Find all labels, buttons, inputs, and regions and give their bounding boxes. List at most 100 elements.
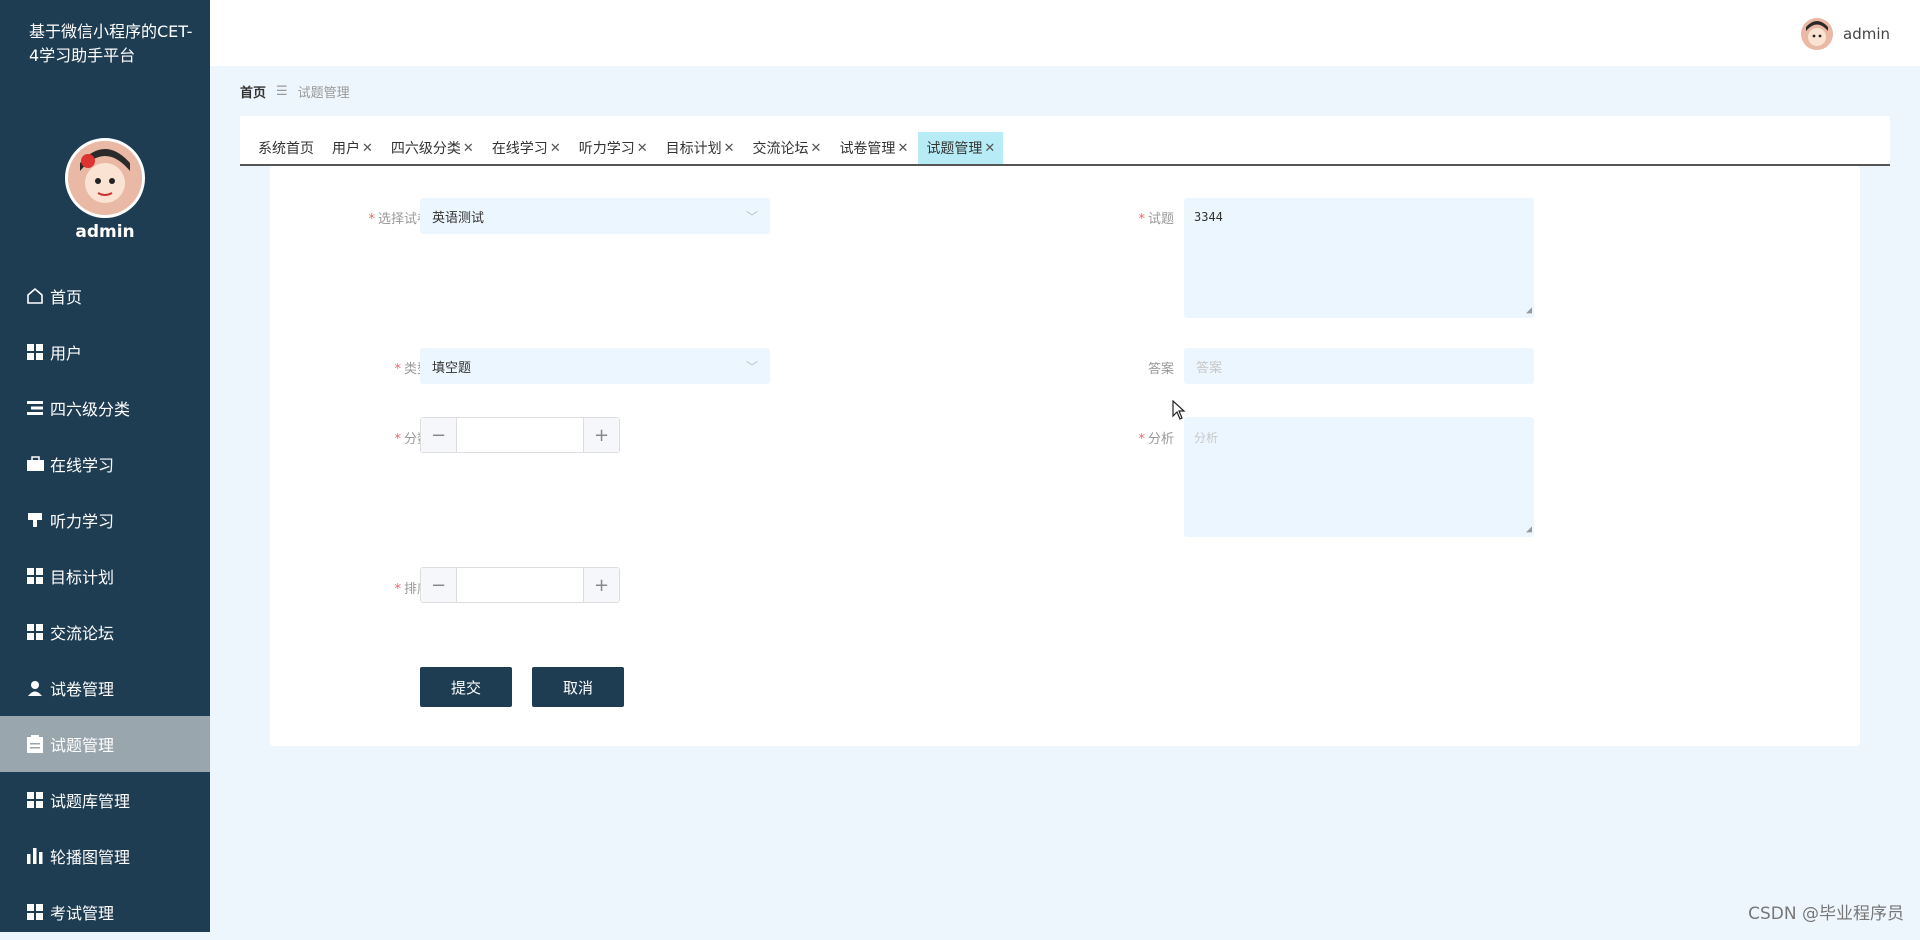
top-header: admin (210, 0, 1920, 66)
resize-handle-icon[interactable]: ◢ (1526, 525, 1532, 535)
sidebar-item-forum[interactable]: 交流论坛 (0, 604, 210, 660)
type-select[interactable]: 填空题 ﹀ (420, 348, 770, 384)
tab-label: 用户 (332, 138, 360, 158)
minus-icon[interactable]: − (421, 418, 457, 452)
sidebar-item-label: 试题管理 (50, 732, 114, 756)
answer-placeholder: 答案 (1196, 357, 1222, 376)
breadcrumb: 首页 ☰ 试题管理 (240, 82, 350, 101)
tab-label: 四六级分类 (391, 138, 461, 158)
tab-label: 听力学习 (579, 138, 635, 158)
sidebar-item-label: 用户 (50, 340, 82, 364)
sidebar-item-paper-management[interactable]: 试卷管理 (0, 660, 210, 716)
question-textarea-value: 3344 (1194, 210, 1223, 224)
close-icon[interactable]: ✕ (637, 141, 648, 156)
score-input[interactable] (457, 418, 583, 452)
briefcase-icon (25, 454, 45, 474)
user-menu[interactable]: admin (1801, 18, 1890, 50)
breadcrumb-separator-icon: ☰ (276, 84, 288, 99)
order-stepper[interactable]: − + (420, 567, 620, 603)
sidebar-item-label: 首页 (50, 284, 82, 308)
tab-label: 试题管理 (926, 138, 982, 158)
close-icon[interactable]: ✕ (811, 141, 822, 156)
grid-icon (25, 342, 45, 362)
bar-chart-icon (25, 846, 45, 866)
tab-users[interactable]: 用户✕ (324, 132, 381, 164)
sidebar-item-cet-category[interactable]: 四六级分类 (0, 380, 210, 436)
sidebar-item-online-learning[interactable]: 在线学习 (0, 436, 210, 492)
submit-button[interactable]: 提交 (420, 667, 512, 707)
tab-cet-category[interactable]: 四六级分类✕ (383, 132, 482, 164)
sidebar-item-question-bank[interactable]: 试题库管理 (0, 772, 210, 828)
plus-icon[interactable]: + (583, 418, 619, 452)
avatar[interactable] (65, 138, 145, 218)
tab-system-home[interactable]: 系统首页 (250, 132, 322, 164)
top-username: admin (1843, 25, 1890, 43)
chevron-down-icon: ﹀ (746, 208, 758, 225)
headphone-icon (25, 510, 45, 530)
sidebar-item-label: 考试管理 (50, 900, 114, 924)
tab-forum[interactable]: 交流论坛✕ (745, 132, 830, 164)
sidebar-item-question-management[interactable]: 试题管理 (0, 716, 210, 772)
paper-select-value: 英语测试 (432, 207, 484, 226)
mouse-cursor-icon (1172, 400, 1186, 424)
breadcrumb-current: 试题管理 (298, 82, 350, 101)
list-icon (25, 398, 45, 418)
label-text: 答案 (1148, 362, 1174, 377)
sidebar-item-home[interactable]: 首页 (0, 268, 210, 324)
analysis-textarea[interactable]: 分析 ◢ (1184, 417, 1534, 537)
tab-goal-plan[interactable]: 目标计划✕ (658, 132, 743, 164)
question-label: *试题 (1064, 208, 1174, 227)
score-stepper[interactable]: − + (420, 417, 620, 453)
sidebar-item-label: 轮播图管理 (50, 844, 130, 868)
close-icon[interactable]: ✕ (724, 141, 735, 156)
score-label: *分数 (320, 428, 430, 447)
tabs-bar: 系统首页 用户✕ 四六级分类✕ 在线学习✕ 听力学习✕ 目标计划✕ 交流论坛✕ … (240, 116, 1890, 166)
paper-select[interactable]: 英语测试 ﹀ (420, 198, 770, 234)
question-form: *选择试卷 英语测试 ﹀ *试题 3344 ◢ *类型 填空题 ﹀ 答案 答案 … (270, 166, 1860, 746)
grid-icon (25, 622, 45, 642)
plus-icon[interactable]: + (583, 568, 619, 602)
home-icon (25, 286, 45, 306)
required-mark: * (1138, 212, 1145, 227)
order-input[interactable] (457, 568, 583, 602)
sidebar-item-label: 听力学习 (50, 508, 114, 532)
analysis-label: *分析 (1064, 428, 1174, 447)
sidebar-item-carousel[interactable]: 轮播图管理 (0, 828, 210, 884)
tab-label: 系统首页 (258, 138, 314, 158)
question-textarea[interactable]: 3344 ◢ (1184, 198, 1534, 318)
minus-icon[interactable]: − (421, 568, 457, 602)
close-icon[interactable]: ✕ (897, 141, 908, 156)
tab-label: 交流论坛 (753, 138, 809, 158)
tab-listening[interactable]: 听力学习✕ (571, 132, 656, 164)
sidebar-item-label: 试题库管理 (50, 788, 130, 812)
tab-paper-management[interactable]: 试卷管理✕ (831, 132, 916, 164)
required-mark: * (394, 432, 401, 447)
resize-handle-icon[interactable]: ◢ (1526, 306, 1532, 316)
sidebar-item-users[interactable]: 用户 (0, 324, 210, 380)
label-text: 试题 (1148, 212, 1174, 227)
tab-online-learning[interactable]: 在线学习✕ (484, 132, 569, 164)
clipboard-icon (25, 734, 45, 754)
avatar[interactable] (1801, 18, 1833, 50)
sidebar-item-label: 四六级分类 (50, 396, 130, 420)
breadcrumb-home[interactable]: 首页 (240, 82, 266, 101)
tab-question-management[interactable]: 试题管理✕ (918, 132, 1003, 164)
user-icon (25, 678, 45, 698)
sidebar: 基于微信小程序的CET-4学习助手平台 admin 首页 用户 (0, 0, 210, 932)
answer-input[interactable]: 答案 (1184, 348, 1534, 384)
close-icon[interactable]: ✕ (550, 141, 561, 156)
sidebar-item-label: 目标计划 (50, 564, 114, 588)
sidebar-item-label: 试卷管理 (50, 676, 114, 700)
tab-label: 在线学习 (492, 138, 548, 158)
sidebar-item-listening[interactable]: 听力学习 (0, 492, 210, 548)
close-icon[interactable]: ✕ (362, 141, 373, 156)
order-label: *排序 (320, 578, 430, 597)
required-mark: * (394, 582, 401, 597)
chevron-down-icon: ﹀ (746, 358, 758, 375)
cancel-button[interactable]: 取消 (532, 667, 624, 707)
sidebar-item-goal-plan[interactable]: 目标计划 (0, 548, 210, 604)
close-icon[interactable]: ✕ (463, 141, 474, 156)
required-mark: * (368, 212, 375, 227)
close-icon[interactable]: ✕ (984, 141, 995, 156)
tab-label: 目标计划 (666, 138, 722, 158)
